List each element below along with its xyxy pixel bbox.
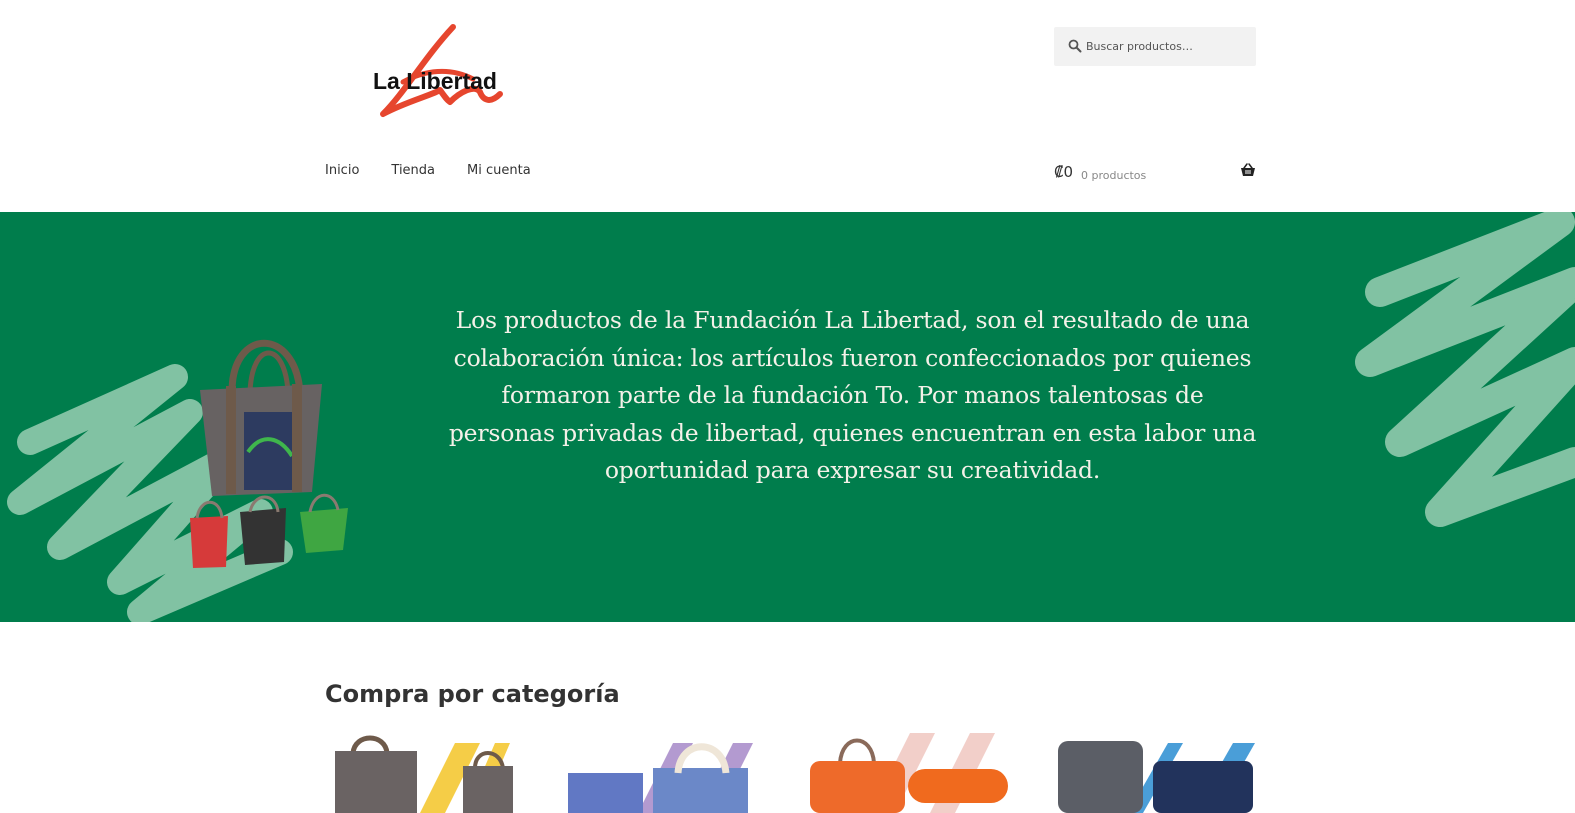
main-nav: Inicio Tienda Mi cuenta [325,160,563,184]
nav-item-inicio[interactable]: Inicio [325,160,359,184]
nav-item-mi-cuenta[interactable]: Mi cuenta [467,160,531,184]
banner-text: Los productos de la Fundación La Liberta… [448,306,1257,485]
site-header: La Libertad Inicio Tienda Mi cuenta ₡0 0… [0,0,1575,212]
site-logo[interactable]: La Libertad [365,22,515,122]
category-grid [325,733,1257,813]
logo-text: La Libertad [373,68,497,94]
cart-link[interactable]: ₡0 0 productos [1054,160,1256,190]
category-image [1058,741,1255,813]
category-card[interactable] [568,733,770,813]
category-card[interactable] [325,733,527,813]
bag-illustration [190,339,348,568]
cart-amount: ₡0 [1054,163,1074,181]
category-card[interactable] [810,733,1012,813]
category-image [810,733,1008,813]
category-card[interactable] [1053,733,1255,813]
la-libertad-logo: La Libertad [373,24,503,117]
category-image [568,743,753,813]
category-image [335,735,513,813]
basket-icon [1240,162,1256,178]
hero-banner: Los productos de la Fundación La Liberta… [0,212,1575,622]
section-title: Compra por categoría [325,680,620,708]
search-icon [1068,39,1082,53]
search-box [1054,27,1256,66]
nav-item-tienda[interactable]: Tienda [391,160,435,184]
search-input[interactable] [1086,27,1251,66]
cart-count: 0 productos [1081,169,1147,182]
right-scribble [1355,212,1575,527]
